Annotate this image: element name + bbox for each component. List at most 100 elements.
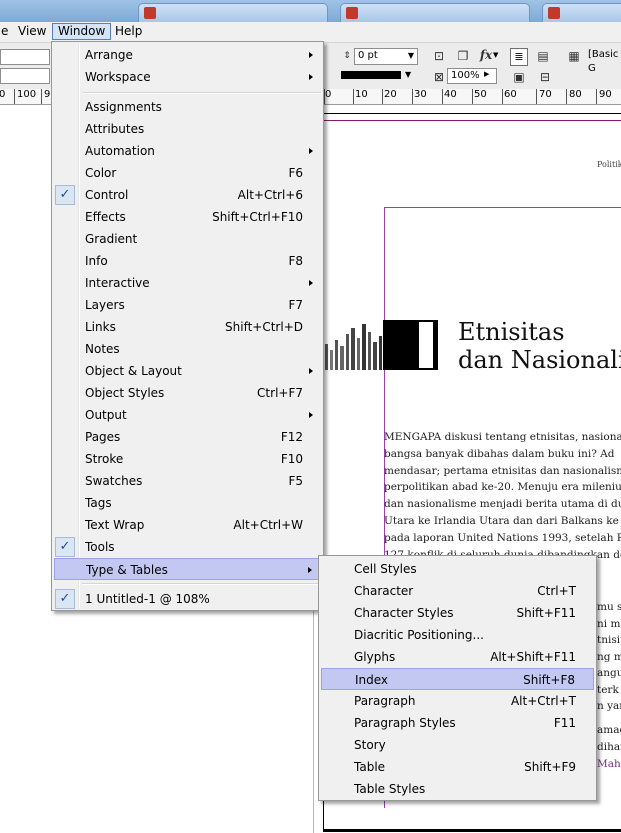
control-field[interactable] [0, 49, 50, 65]
menu-item-pages[interactable]: Pages F12 [54, 426, 321, 448]
corner-options-icon[interactable]: ⊡ [432, 49, 446, 63]
ruler-tick-label: 80 [569, 89, 582, 100]
menu-item-paragraph-styles[interactable]: Paragraph Styles F11 [321, 712, 594, 734]
browser-tab[interactable] [340, 3, 530, 22]
menu-item-shortcut: F11 [553, 716, 576, 730]
menu-item-stroke[interactable]: Stroke F10 [54, 448, 321, 470]
chevron-down-icon[interactable]: ▶ [484, 70, 489, 78]
object-style-field[interactable]: [Basic G [585, 48, 621, 74]
drop-shadow-icon[interactable]: ❐ [456, 49, 470, 63]
ruler-tick [382, 89, 383, 104]
menu-item-assignments[interactable]: Assignments [54, 96, 321, 118]
opacity-field[interactable]: 100% [447, 68, 497, 84]
stroke-weight-stepper-icon[interactable]: ⇕ [340, 49, 354, 63]
body-paragraph[interactable]: mu sos ni ma tnisit ng m angur terk n ya… [597, 599, 621, 715]
menu-item-label: Paragraph Styles [354, 716, 456, 730]
menu-item-automation[interactable]: Automation [54, 140, 321, 162]
menu-item-color[interactable]: Color F6 [54, 162, 321, 184]
effects-fx-icon[interactable]: fx [479, 48, 493, 62]
tab-favicon-icon [144, 7, 156, 19]
browser-tab[interactable] [138, 3, 328, 22]
ruler-tick-label: 70 [539, 89, 552, 100]
menu-item-label: Effects [85, 210, 126, 224]
menu-window[interactable]: Window [52, 23, 112, 40]
menu-item-object-styles[interactable]: Object Styles Ctrl+F7 [54, 382, 321, 404]
menu-item-attributes[interactable]: Attributes [54, 118, 321, 140]
center-content-icon[interactable]: ⊟ [538, 70, 552, 84]
ruler-tick-label: 0 [0, 89, 5, 101]
menu-item-arrange[interactable]: Arrange [54, 44, 321, 66]
menu-separator [82, 92, 321, 94]
menu-item-text-wrap[interactable]: Text Wrap Alt+Ctrl+W [54, 514, 321, 536]
chevron-down-icon[interactable]: ▼ [493, 51, 498, 59]
submenu-arrow-icon [309, 412, 313, 418]
menu-item-table-styles[interactable]: Table Styles [321, 778, 594, 800]
ruler-tick-label: 50 [474, 89, 487, 100]
menu-item-workspace[interactable]: Workspace [54, 66, 321, 88]
stroke-type-swatch[interactable] [341, 71, 401, 79]
menu-item-label: Stroke [85, 452, 124, 466]
running-head: Politik [597, 160, 621, 169]
menu-item-layers[interactable]: Layers F7 [54, 294, 321, 316]
ruler-tick [536, 89, 537, 104]
text-line: ng m [597, 650, 621, 663]
text-line: dan nasionalisme menjadi berita utama di… [384, 498, 621, 511]
menu-item-shortcut: F12 [280, 430, 303, 444]
text-line: Maha [597, 758, 621, 770]
text-line: mu sos [597, 601, 621, 613]
menu-item-index[interactable]: Index Shift+F8 [321, 668, 594, 690]
ruler-tick [566, 89, 567, 104]
menu-item-label: Info [85, 254, 108, 268]
control-field[interactable] [0, 68, 50, 84]
menu-item-output[interactable]: Output [54, 404, 321, 426]
menu-edit[interactable]: e [0, 23, 13, 40]
menu-view[interactable]: View [13, 23, 51, 40]
menu-item-label: Index [355, 673, 389, 687]
menu-item-character-styles[interactable]: Character Styles Shift+F11 [321, 602, 594, 624]
menu-item-links[interactable]: Links Shift+Ctrl+D [54, 316, 321, 338]
menu-item-label: Tools [85, 540, 115, 554]
chevron-down-icon[interactable]: ▼ [405, 70, 411, 79]
menu-item-cell-styles[interactable]: Cell Styles [321, 558, 594, 580]
menu-item-gradient[interactable]: Gradient [54, 228, 321, 250]
chapter-title-line: dan Nasionali [458, 346, 621, 374]
menu-item-swatches[interactable]: Swatches F5 [54, 470, 321, 492]
menu-item-label: Control [85, 188, 129, 202]
menu-item-control[interactable]: ✓ Control Alt+Ctrl+6 [54, 184, 321, 206]
menu-item-type-tables[interactable]: Type & Tables [54, 558, 321, 580]
menu-item-document-untitled-1[interactable]: ✓ 1 Untitled-1 @ 108% [54, 588, 321, 610]
chapter-title: Etnisitas dan Nasionali [458, 318, 621, 374]
browser-tab[interactable] [542, 3, 621, 22]
menu-item-character[interactable]: Character Ctrl+T [321, 580, 594, 602]
menu-item-shortcut: Alt+Ctrl+6 [237, 188, 303, 202]
menu-item-shortcut: Shift+F8 [523, 673, 575, 687]
submenu-arrow-icon [309, 368, 313, 374]
menu-item-glyphs[interactable]: Glyphs Alt+Shift+F11 [321, 646, 594, 668]
menu-item-label: Type & Tables [86, 563, 168, 577]
menu-item-shortcut: Shift+Ctrl+F10 [212, 210, 303, 224]
menu-item-table[interactable]: Table Shift+F9 [321, 756, 594, 778]
text-line: terk [597, 683, 619, 696]
menu-item-story[interactable]: Story [321, 734, 594, 756]
frame-fit-icon[interactable]: ▣ [512, 70, 526, 84]
menu-item-info[interactable]: Info F8 [54, 250, 321, 272]
menu-item-label: Table [354, 760, 386, 774]
menu-item-label: Automation [85, 144, 155, 158]
menu-item-tags[interactable]: Tags [54, 492, 321, 514]
ruler-tick-label: 30 [414, 89, 427, 100]
menu-item-notes[interactable]: Notes [54, 338, 321, 360]
wrap-text-icon[interactable]: ▤ [536, 49, 550, 63]
menu-item-label: Arrange [85, 48, 133, 62]
menu-item-effects[interactable]: Effects Shift+Ctrl+F10 [54, 206, 321, 228]
menu-item-interactive[interactable]: Interactive [54, 272, 321, 294]
menu-item-object-layout[interactable]: Object & Layout [54, 360, 321, 382]
ruler-tick-label: 90 [599, 89, 612, 100]
stroke-weight-field[interactable]: 0 pt ▼ [354, 48, 418, 65]
menu-item-diacritic-positioning[interactable]: Diacritic Positioning... [321, 624, 594, 646]
align-text-icon[interactable]: ≣ [510, 48, 528, 66]
menu-item-tools[interactable]: ✓ Tools [54, 536, 321, 558]
menu-item-paragraph[interactable]: Paragraph Alt+Ctrl+T [321, 690, 594, 712]
menu-help[interactable]: Help [110, 23, 147, 40]
body-paragraph[interactable]: amad diham Maha [597, 722, 621, 773]
browser-tab-strip [0, 0, 621, 22]
